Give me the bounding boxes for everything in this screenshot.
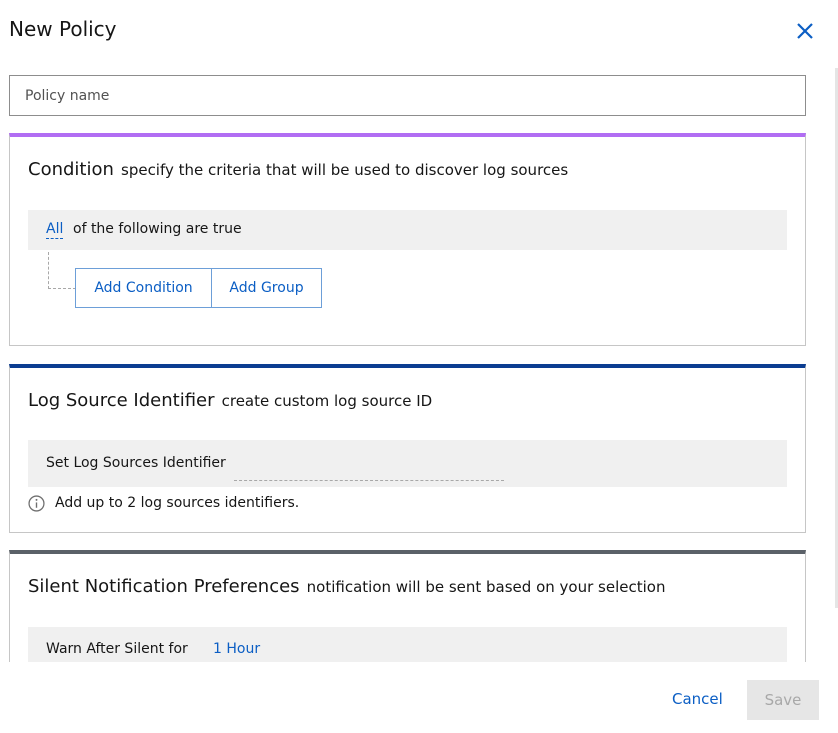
silent-header: Silent Notification Preferences notifica… xyxy=(28,576,665,597)
log-source-description: create custom log source ID xyxy=(221,392,433,410)
policy-sections: Condition specify the criteria that will… xyxy=(0,130,838,662)
condition-header: Condition specify the criteria that will… xyxy=(28,159,568,180)
log-source-header: Log Source Identifier create custom log … xyxy=(28,390,432,411)
warn-duration-dropdown[interactable]: 1 Hour xyxy=(213,641,260,657)
close-icon[interactable] xyxy=(794,20,816,42)
tree-connector xyxy=(48,252,76,289)
silent-title: Silent Notification Preferences xyxy=(28,576,300,597)
silent-notification-section: Silent Notification Preferences notifica… xyxy=(9,550,806,662)
add-condition-button[interactable]: Add Condition xyxy=(75,268,212,308)
save-button[interactable]: Save xyxy=(747,680,819,720)
dialog-title: New Policy xyxy=(9,17,117,41)
identifier-input[interactable] xyxy=(234,454,504,481)
log-source-title: Log Source Identifier xyxy=(28,390,215,411)
warn-after-bar: Warn After Silent for 1 Hour xyxy=(28,627,787,662)
condition-description: specify the criteria that will be used t… xyxy=(121,161,569,179)
add-group-button[interactable]: Add Group xyxy=(211,268,322,308)
info-icon xyxy=(28,495,45,512)
cancel-button[interactable]: Cancel xyxy=(672,690,723,708)
condition-match-bar: All of the following are true xyxy=(28,210,787,250)
condition-section: Condition specify the criteria that will… xyxy=(9,133,806,346)
log-source-identifier-bar: Set Log Sources Identifier xyxy=(28,440,787,487)
warn-label: Warn After Silent for xyxy=(46,641,188,657)
condition-title: Condition xyxy=(28,159,114,180)
silent-description: notification will be sent based on your … xyxy=(306,578,666,596)
log-source-section: Log Source Identifier create custom log … xyxy=(9,364,806,533)
identifier-label: Set Log Sources Identifier xyxy=(46,455,226,471)
policy-name-input[interactable] xyxy=(9,75,806,116)
identifier-info-text: Add up to 2 log sources identifiers. xyxy=(55,495,300,511)
match-type-dropdown[interactable]: All xyxy=(46,221,64,239)
match-text: of the following are true xyxy=(73,221,242,237)
